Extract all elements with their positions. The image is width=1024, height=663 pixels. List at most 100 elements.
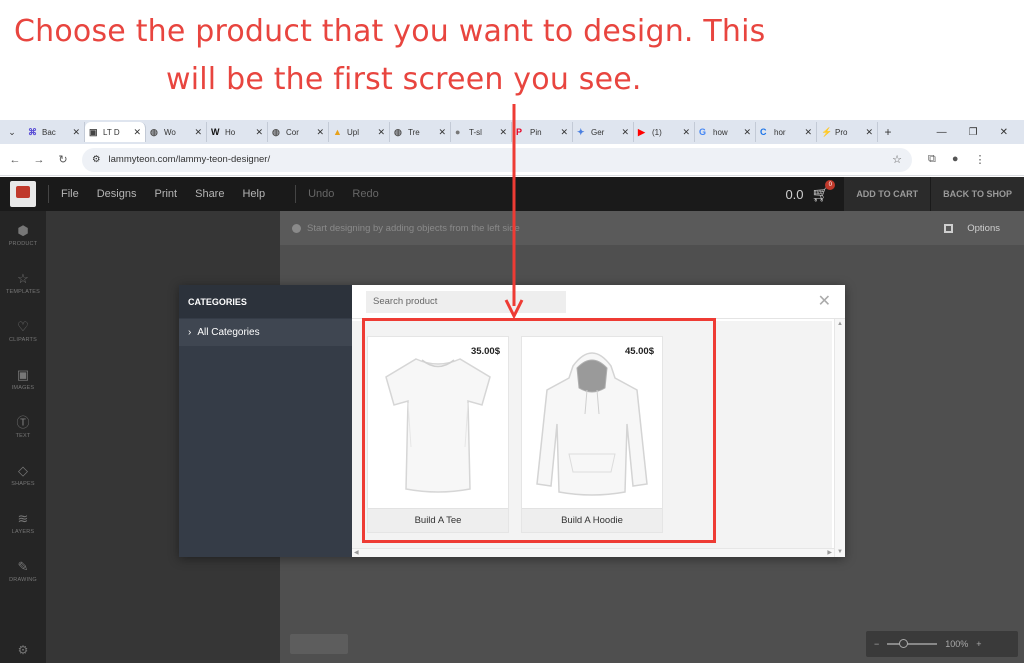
menu-print[interactable]: Print	[154, 188, 177, 200]
scroll-left-icon[interactable]: ◀	[354, 549, 359, 556]
menu-designs[interactable]: Designs	[97, 188, 137, 200]
browser-tab[interactable]: W Ho ✕	[207, 122, 268, 142]
bookmark-star-icon[interactable]: ☆	[892, 153, 902, 166]
close-tab-icon[interactable]: ✕	[316, 127, 324, 138]
add-to-cart-button[interactable]: ADD TO CART	[843, 177, 931, 211]
browser-tab[interactable]: Ghow ✕	[695, 122, 756, 142]
close-tab-icon[interactable]: ✕	[804, 127, 812, 138]
sidebar-item-drawing[interactable]: ✎ DRAWING	[0, 547, 46, 595]
close-tab-icon[interactable]: ✕	[499, 127, 507, 138]
tab-search-icon[interactable]: ⌄	[0, 127, 24, 138]
close-icon[interactable]: ✕	[818, 291, 831, 311]
search-row	[352, 285, 845, 319]
back-icon[interactable]: ←	[6, 154, 24, 166]
categories-heading: CATEGORIES	[179, 285, 352, 318]
zoom-out-icon[interactable]: −	[874, 639, 879, 649]
upload-icon: ▲	[333, 127, 342, 137]
close-tab-icon[interactable]: ✕	[377, 127, 385, 138]
sidebar-item-cliparts[interactable]: ♡ CLIPARTS	[0, 307, 46, 355]
browser-tab[interactable]: ▶ (1) ✕	[634, 122, 695, 142]
sidebar-item-images[interactable]: ▣ IMAGES	[0, 355, 46, 403]
tab-title: (1)	[652, 127, 662, 137]
browser-tab[interactable]: ⚡ Pro ✕	[817, 122, 878, 142]
browser-tab[interactable]: P Pin ✕	[512, 122, 573, 142]
browser-tab[interactable]: ⌘ Bac ✕	[24, 122, 85, 142]
zoom-control: − 100% +	[866, 631, 1018, 657]
bottom-toggle[interactable]	[290, 634, 348, 654]
options-button[interactable]: Options	[967, 223, 1000, 234]
sidebar-item-templates[interactable]: ☆ TEMPLATES	[0, 259, 46, 307]
sidebar-item-layers[interactable]: ≋ LAYERS	[0, 499, 46, 547]
sidebar-item-label: TEXT	[15, 432, 31, 439]
cart-count-badge: 0	[825, 179, 836, 190]
close-tab-icon[interactable]: ✕	[743, 127, 751, 138]
vertical-scrollbar[interactable]: ▲ ▼	[834, 319, 845, 557]
undo-button[interactable]: Undo	[308, 188, 334, 200]
minimize-icon[interactable]: —	[937, 127, 947, 138]
cart-total: 0.0	[785, 186, 804, 202]
sidebar-item-label: DRAWING	[9, 576, 37, 583]
new-tab-button[interactable]: +	[878, 125, 898, 139]
browser-menu-icon[interactable]: ⋮	[975, 153, 986, 166]
reload-icon[interactable]: ↻	[54, 153, 72, 166]
browser-tab[interactable]: ✦ Ger ✕	[573, 122, 634, 142]
close-tab-icon[interactable]: ✕	[560, 127, 568, 138]
qr-code-icon[interactable]	[944, 223, 954, 233]
heart-icon: ♡	[17, 318, 29, 334]
diamond-icon: ◇	[18, 462, 28, 478]
close-tab-icon[interactable]: ✕	[255, 127, 263, 138]
menu-share[interactable]: Share	[195, 188, 224, 200]
sidebar-item-shapes[interactable]: ◇ SHAPES	[0, 451, 46, 499]
redo-button[interactable]: Redo	[352, 188, 378, 200]
forward-icon[interactable]: →	[30, 154, 48, 166]
close-tab-icon[interactable]: ✕	[194, 127, 202, 138]
sidebar-item-text[interactable]: Ⓣ TEXT	[0, 403, 46, 451]
tab-title: Upl	[347, 127, 360, 137]
category-all[interactable]: › All Categories	[179, 319, 352, 346]
shop-logo[interactable]	[10, 181, 36, 207]
close-tab-icon[interactable]: ✕	[72, 127, 80, 138]
cart-icon[interactable]: 🛒︎ 0	[812, 179, 836, 203]
restore-icon[interactable]: ❐	[969, 127, 978, 138]
site-info-icon[interactable]: ⚙	[92, 154, 101, 165]
close-tab-icon[interactable]: ✕	[438, 127, 446, 138]
url-field[interactable]: ⚙ lammyteon.com/lammy-teon-designer/ ☆	[82, 147, 912, 172]
box-icon: ⬢	[17, 222, 29, 238]
close-tab-icon[interactable]: ✕	[865, 127, 873, 138]
menu-file[interactable]: File	[61, 188, 79, 200]
close-tab-icon[interactable]: ✕	[682, 127, 690, 138]
browser-tab[interactable]: ● T-sl ✕	[451, 122, 512, 142]
profile-avatar[interactable]: ●	[952, 153, 959, 166]
sidebar-item-product[interactable]: ⬢ PRODUCT	[0, 211, 46, 259]
category-label: All Categories	[197, 327, 260, 338]
browser-tab[interactable]: ◍ Wo ✕	[146, 122, 207, 142]
menu-help[interactable]: Help	[242, 188, 265, 200]
extensions-icon[interactable]: ⧉	[928, 153, 936, 166]
close-tab-icon[interactable]: ✕	[621, 127, 629, 138]
browser-tab[interactable]: ◍ Cor ✕	[268, 122, 329, 142]
zoom-slider[interactable]	[887, 639, 938, 648]
scroll-down-icon[interactable]: ▼	[837, 549, 843, 555]
tab-title: Ger	[591, 127, 605, 137]
layers-icon: ≋	[17, 510, 29, 526]
zoom-slider-knob[interactable]	[899, 639, 909, 648]
zoom-level: 100%	[945, 639, 969, 649]
tab-title: Cor	[286, 127, 299, 137]
close-window-icon[interactable]: ✕	[1000, 127, 1008, 138]
scroll-up-icon[interactable]: ▲	[837, 321, 843, 327]
browser-tab[interactable]: ▣ LT D ✕	[85, 122, 146, 142]
tab-title: T-sl	[469, 127, 482, 137]
back-to-shop-button[interactable]: BACK TO SHOP	[930, 177, 1024, 211]
settings-gear-icon[interactable]: ⚙	[0, 643, 46, 657]
search-product-input[interactable]	[366, 290, 566, 313]
close-tab-icon[interactable]: ✕	[133, 127, 141, 138]
tab-title: Wo	[164, 127, 176, 137]
browser-tab[interactable]: ▲ Upl ✕	[329, 122, 390, 142]
scroll-right-icon[interactable]: ▶	[827, 549, 832, 556]
browser-tab[interactable]: ◍ Tre ✕	[390, 122, 451, 142]
sidebar-item-label: PRODUCT	[8, 240, 38, 247]
browser-tab[interactable]: Chor ✕	[756, 122, 817, 142]
horizontal-scrollbar[interactable]: ◀ ▶	[352, 548, 834, 557]
categories-panel: CATEGORIES › All Categories	[179, 285, 352, 557]
zoom-in-icon[interactable]: +	[976, 639, 981, 649]
